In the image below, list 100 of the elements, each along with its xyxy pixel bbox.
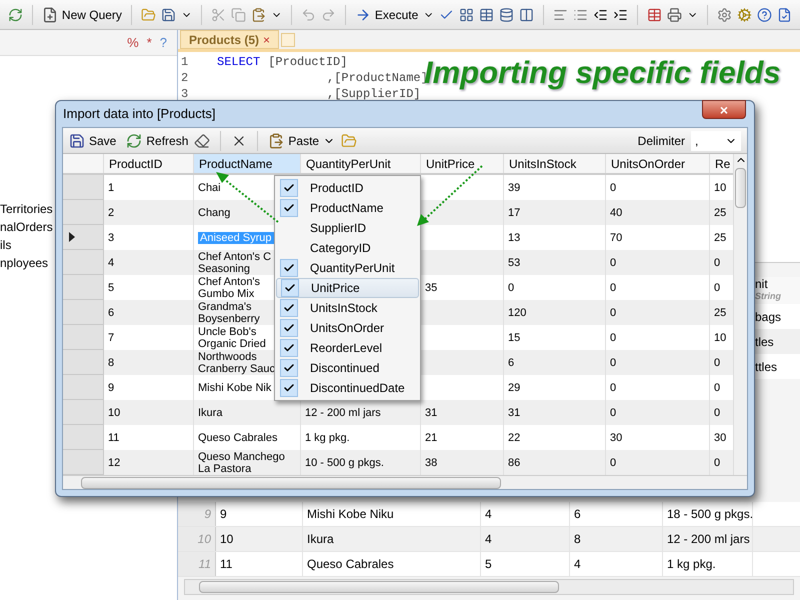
menu-item[interactable]: SupplierID — [276, 218, 419, 238]
tree-item[interactable]: Territories — [0, 200, 53, 218]
column-header[interactable]: QuantityPerUnit — [301, 154, 421, 173]
refresh-icon — [126, 132, 142, 148]
paste-button[interactable]: Paste — [268, 132, 336, 150]
checkbox[interactable] — [280, 359, 298, 377]
menu-item[interactable]: UnitsOnOrder — [276, 318, 419, 338]
table-cell: 17 — [508, 206, 520, 218]
table-cell: 0 — [610, 306, 616, 318]
table-cell: 31 — [508, 406, 520, 418]
table-cell: 0 — [714, 256, 720, 268]
tree-item[interactable]: nalOrders — [0, 218, 53, 236]
new-query-button[interactable]: New Query — [42, 6, 122, 24]
table-cell: 4 — [108, 256, 114, 268]
table-cell: 25 — [714, 206, 726, 218]
tree-item[interactable]: nployees — [0, 254, 48, 272]
row-number: 11 — [178, 552, 216, 576]
checkbox[interactable] — [280, 179, 298, 197]
horizontal-scrollbar[interactable] — [63, 475, 747, 489]
panel-tool-button[interactable]: % — [127, 32, 139, 52]
check-icon — [283, 362, 295, 374]
table-cell: 0 — [714, 382, 720, 394]
menu-item[interactable]: ProductID — [276, 178, 419, 198]
delimiter-dropdown[interactable]: , — [691, 130, 741, 150]
close-tab-button[interactable]: × — [263, 30, 270, 48]
scroll-thumb[interactable] — [735, 168, 746, 208]
line-number: 3 — [181, 86, 190, 102]
table-cell: Uncle Bob's Organic Dried — [198, 326, 266, 350]
save-icon[interactable] — [160, 6, 176, 22]
table-cell: 6 — [508, 356, 514, 368]
table-cell: 0 — [610, 332, 616, 344]
table-cell: 39 — [508, 182, 520, 194]
tree-item[interactable]: ils — [0, 236, 12, 254]
current-row-icon — [69, 232, 75, 242]
checkbox[interactable] — [280, 259, 298, 277]
refresh-button[interactable]: Refresh — [126, 132, 188, 150]
save-button[interactable]: Save — [69, 132, 116, 150]
table-cell: Ikura — [198, 406, 222, 418]
menu-item[interactable]: CategoryID — [276, 238, 419, 258]
code-text: [ProductID] — [268, 54, 348, 70]
grid-icon[interactable] — [459, 6, 474, 22]
table-cell: 4 — [570, 552, 663, 576]
checkbox[interactable] — [280, 379, 298, 397]
table-cell: 2 — [108, 206, 114, 218]
checkbox[interactable] — [280, 199, 298, 217]
column-header[interactable]: UnitPrice — [421, 154, 504, 173]
help-icon[interactable] — [757, 6, 772, 22]
database-icon[interactable] — [499, 6, 514, 22]
checkbox[interactable] — [280, 339, 298, 357]
refresh-icon[interactable] — [8, 6, 23, 22]
eraser-icon[interactable] — [194, 132, 210, 148]
checkbox[interactable] — [280, 319, 298, 337]
column-header[interactable]: UnitsInStock — [504, 154, 606, 173]
menu-item[interactable]: ProductName — [276, 198, 419, 218]
document-check-icon[interactable] — [777, 6, 792, 22]
table-cell: Chef Anton's Gumbo Mix — [198, 276, 260, 300]
editor-tab[interactable]: Products (5) × — [180, 30, 280, 49]
row-number: 10 — [178, 527, 216, 551]
printer-icon[interactable] — [667, 6, 682, 22]
check-icon — [283, 262, 295, 274]
table-cell: 31 — [425, 406, 438, 418]
table-cell: Northwoods Cranberry Sauc — [198, 350, 276, 374]
new-document-icon — [42, 6, 58, 22]
table-cell: 0 — [610, 406, 616, 418]
menu-item[interactable]: Discontinued — [276, 358, 419, 378]
checkbox[interactable] — [281, 279, 299, 297]
menu-item[interactable]: UnitPrice — [276, 278, 419, 298]
menu-item[interactable]: UnitsInStock — [276, 298, 419, 318]
table-cell: 30 — [610, 432, 622, 444]
menu-item[interactable]: ReorderLevel — [276, 338, 419, 358]
menu-item[interactable]: DiscontinuedDate — [276, 378, 419, 398]
settings-icon[interactable] — [717, 6, 732, 22]
delimiter-label: Delimiter — [638, 132, 685, 150]
table-cell: Ikura — [303, 527, 481, 551]
table-icon[interactable] — [647, 6, 662, 22]
table-cell: 10 — [216, 527, 303, 551]
panel-tool-button[interactable]: * — [146, 32, 152, 52]
column-header[interactable]: UnitsOnOrder — [606, 154, 710, 173]
table-cell: Grandma's Boysenberry — [198, 300, 260, 324]
table-cell: 6 — [570, 502, 663, 526]
table-cell: Chef Anton's C Seasoning — [198, 250, 272, 274]
table-cell: 0 — [610, 256, 616, 268]
dialog-title: Import data into [Products] — [63, 105, 216, 124]
columns-icon[interactable] — [519, 6, 534, 22]
table-cell: 12 - 200 ml jars — [305, 406, 381, 418]
checkbox[interactable] — [280, 299, 298, 317]
menu-item[interactable]: QuantityPerUnit — [276, 258, 419, 278]
sql-keyword: SELECT — [217, 54, 260, 70]
column-header[interactable]: nit — [755, 278, 781, 290]
table-cell: 0 — [610, 382, 616, 394]
execute-button[interactable]: Execute — [354, 6, 418, 24]
table-cell: 0 — [714, 406, 720, 418]
horizontal-scrollbar[interactable] — [184, 579, 794, 595]
table-cell: Aniseed Syrup — [198, 232, 274, 244]
table-cell: 0 — [714, 456, 720, 468]
paste-icon[interactable] — [250, 6, 266, 22]
column-header[interactable]: ProductName — [194, 154, 301, 173]
table-icon[interactable] — [479, 6, 494, 22]
row-header[interactable] — [63, 225, 104, 250]
vertical-scrollbar[interactable] — [733, 154, 747, 475]
